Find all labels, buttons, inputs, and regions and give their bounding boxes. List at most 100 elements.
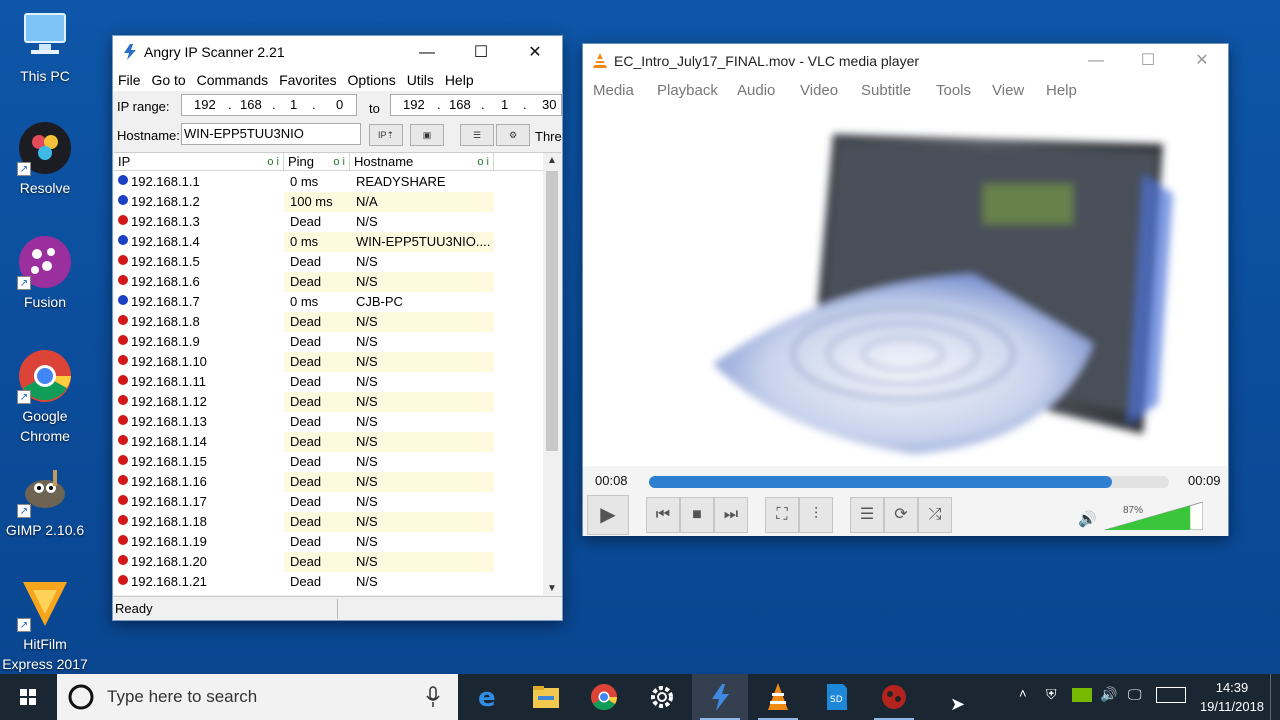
- desktop-icon-chrome[interactable]: ↗ Google Chrome: [0, 348, 90, 446]
- maximize-button[interactable]: ☐: [1125, 44, 1171, 77]
- ip-range-start-input[interactable]: 192 . 168 . 1 . 0: [181, 94, 357, 116]
- desktop-icon-gimp[interactable]: ↗ GIMP 2.10.6: [0, 462, 90, 540]
- table-row[interactable]: 192.168.1.16 Dead N/S: [114, 472, 544, 492]
- ip-up-button[interactable]: IP⇡: [369, 124, 403, 146]
- desktop-icon-this-pc[interactable]: This PC: [0, 8, 90, 86]
- taskbar-file-explorer[interactable]: [518, 674, 574, 720]
- table-row[interactable]: 192.168.1.3 Dead N/S: [114, 212, 544, 232]
- table-row[interactable]: 192.168.1.5 Dead N/S: [114, 252, 544, 272]
- start-button[interactable]: [0, 674, 57, 720]
- table-row[interactable]: 192.168.1.21 Dead N/S: [114, 572, 544, 592]
- table-row[interactable]: 192.168.1.13 Dead N/S: [114, 412, 544, 432]
- stop-button[interactable]: ■: [680, 497, 714, 533]
- title-bar[interactable]: EC_Intro_July17_FINAL.mov - VLC media pl…: [583, 44, 1228, 78]
- loop-button[interactable]: ⟳: [884, 497, 918, 533]
- seek-bar[interactable]: [649, 476, 1169, 488]
- column-header-ip[interactable]: IP o i: [114, 153, 284, 171]
- table-row[interactable]: 192.168.1.6 Dead N/S: [114, 272, 544, 292]
- menu-audio[interactable]: Audio: [737, 82, 775, 99]
- close-button[interactable]: ✕: [1179, 44, 1225, 77]
- taskbar-search[interactable]: Type here to search: [57, 674, 458, 720]
- taskbar-angry-ip[interactable]: [692, 674, 748, 720]
- menu-help[interactable]: Help: [1046, 82, 1077, 99]
- table-row[interactable]: 192.168.1.15 Dead N/S: [114, 452, 544, 472]
- speaker-icon[interactable]: 🔊: [1078, 510, 1097, 528]
- table-row[interactable]: 192.168.1.20 Dead N/S: [114, 552, 544, 572]
- close-button[interactable]: ✕: [512, 36, 558, 69]
- show-desktop-button[interactable]: [1270, 674, 1271, 720]
- volume-icon[interactable]: 🔊: [1100, 686, 1117, 720]
- cell-hostname: READYSHARE: [356, 174, 446, 189]
- column-header-hostname[interactable]: Hostname o i: [350, 153, 494, 171]
- fetcher-button[interactable]: ☰: [460, 124, 494, 146]
- menu-commands[interactable]: Commands: [197, 72, 269, 88]
- table-row[interactable]: 192.168.1.12 Dead N/S: [114, 392, 544, 412]
- taskbar-app[interactable]: [866, 674, 922, 720]
- hostname-input[interactable]: WIN-EPP5TUU3NIO: [181, 123, 361, 145]
- table-row[interactable]: 192.168.1.14 Dead N/S: [114, 432, 544, 452]
- next-button[interactable]: ⏭: [714, 497, 748, 533]
- shuffle-button[interactable]: ⤮: [918, 497, 952, 533]
- menu-goto[interactable]: Go to: [151, 72, 185, 88]
- scroll-thumb[interactable]: [546, 171, 558, 451]
- menu-subtitle[interactable]: Subtitle: [861, 82, 911, 99]
- table-row[interactable]: 192.168.1.4 0 ms WIN-EPP5TUU3NIO....: [114, 232, 544, 252]
- prefs-button[interactable]: ⚙: [496, 124, 530, 146]
- ip-range-end-input[interactable]: 192 . 168 . 1 . 30: [390, 94, 562, 116]
- table-row[interactable]: 192.168.1.7 0 ms CJB-PC: [114, 292, 544, 312]
- security-shield-icon[interactable]: ⛨: [1046, 686, 1057, 720]
- scroll-down-icon[interactable]: ▼: [547, 583, 557, 594]
- column-header-ping[interactable]: Ping o i: [284, 153, 350, 171]
- previous-button[interactable]: ⏮: [646, 497, 680, 533]
- microphone-icon[interactable]: [425, 686, 441, 708]
- table-row[interactable]: 192.168.1.17 Dead N/S: [114, 492, 544, 512]
- menu-favorites[interactable]: Favorites: [279, 72, 337, 88]
- table-row[interactable]: 192.168.1.8 Dead N/S: [114, 312, 544, 332]
- video-area[interactable]: [583, 104, 1228, 466]
- menu-video[interactable]: Video: [800, 82, 838, 99]
- taskbar-edge[interactable]: e: [460, 674, 516, 720]
- desktop-icon-hitfilm[interactable]: ↗ HitFilm Express 2017: [0, 576, 90, 674]
- desktop-icon-fusion[interactable]: ↗ Fusion: [0, 234, 90, 312]
- vertical-scrollbar[interactable]: ▲ ▼: [543, 153, 561, 595]
- menu-options[interactable]: Options: [348, 72, 396, 88]
- table-row[interactable]: 192.168.1.11 Dead N/S: [114, 372, 544, 392]
- table-row[interactable]: 192.168.1.19 Dead N/S: [114, 532, 544, 552]
- play-button[interactable]: ▶: [587, 495, 629, 535]
- taskbar-vlc[interactable]: [750, 674, 806, 720]
- taskbar-sd-card[interactable]: SD: [808, 674, 864, 720]
- menu-tools[interactable]: Tools: [936, 82, 971, 99]
- angry-ip-scanner-window: Angry IP Scanner 2.21 — ☐ ✕ File Go to C…: [112, 35, 563, 621]
- table-row[interactable]: 192.168.1.2 100 ms N/A: [114, 192, 544, 212]
- desktop-icon-resolve[interactable]: ↗ Resolve: [0, 120, 90, 198]
- extended-settings-button[interactable]: ⫶: [799, 497, 833, 533]
- cell-ping: Dead: [290, 254, 322, 269]
- menu-media[interactable]: Media: [593, 82, 634, 99]
- clock[interactable]: 14:39 19/11/2018: [1196, 678, 1268, 716]
- network-icon[interactable]: 🖵: [1128, 686, 1142, 720]
- table-row[interactable]: 192.168.1.18 Dead N/S: [114, 512, 544, 532]
- title-bar[interactable]: Angry IP Scanner 2.21 — ☐ ✕: [113, 36, 562, 69]
- minimize-button[interactable]: —: [1073, 44, 1119, 77]
- keyboard-icon[interactable]: [1156, 687, 1186, 703]
- menu-view[interactable]: View: [992, 82, 1024, 99]
- cell-ip: 192.168.1.1: [131, 174, 200, 189]
- table-row[interactable]: 192.168.1.1 0 ms READYSHARE: [114, 172, 544, 192]
- scroll-up-icon[interactable]: ▲: [547, 155, 557, 166]
- menu-utils[interactable]: Utils: [407, 72, 434, 88]
- taskbar-settings[interactable]: [634, 674, 690, 720]
- playlist-button[interactable]: ☰: [850, 497, 884, 533]
- table-row[interactable]: 192.168.1.10 Dead N/S: [114, 352, 544, 372]
- taskbar-chrome[interactable]: [576, 674, 632, 720]
- maximize-button[interactable]: ☐: [458, 36, 504, 69]
- nvidia-icon[interactable]: [1072, 688, 1092, 702]
- menu-help[interactable]: Help: [445, 72, 474, 88]
- menu-playback[interactable]: Playback: [657, 82, 718, 99]
- volume-slider[interactable]: [1105, 502, 1203, 530]
- show-hidden-icons-icon[interactable]: ˄: [1019, 686, 1027, 720]
- fullscreen-button[interactable]: ⛶: [765, 497, 799, 533]
- netmask-button[interactable]: ▣: [410, 124, 444, 146]
- table-row[interactable]: 192.168.1.9 Dead N/S: [114, 332, 544, 352]
- minimize-button[interactable]: —: [404, 36, 450, 69]
- menu-file[interactable]: File: [118, 72, 141, 88]
